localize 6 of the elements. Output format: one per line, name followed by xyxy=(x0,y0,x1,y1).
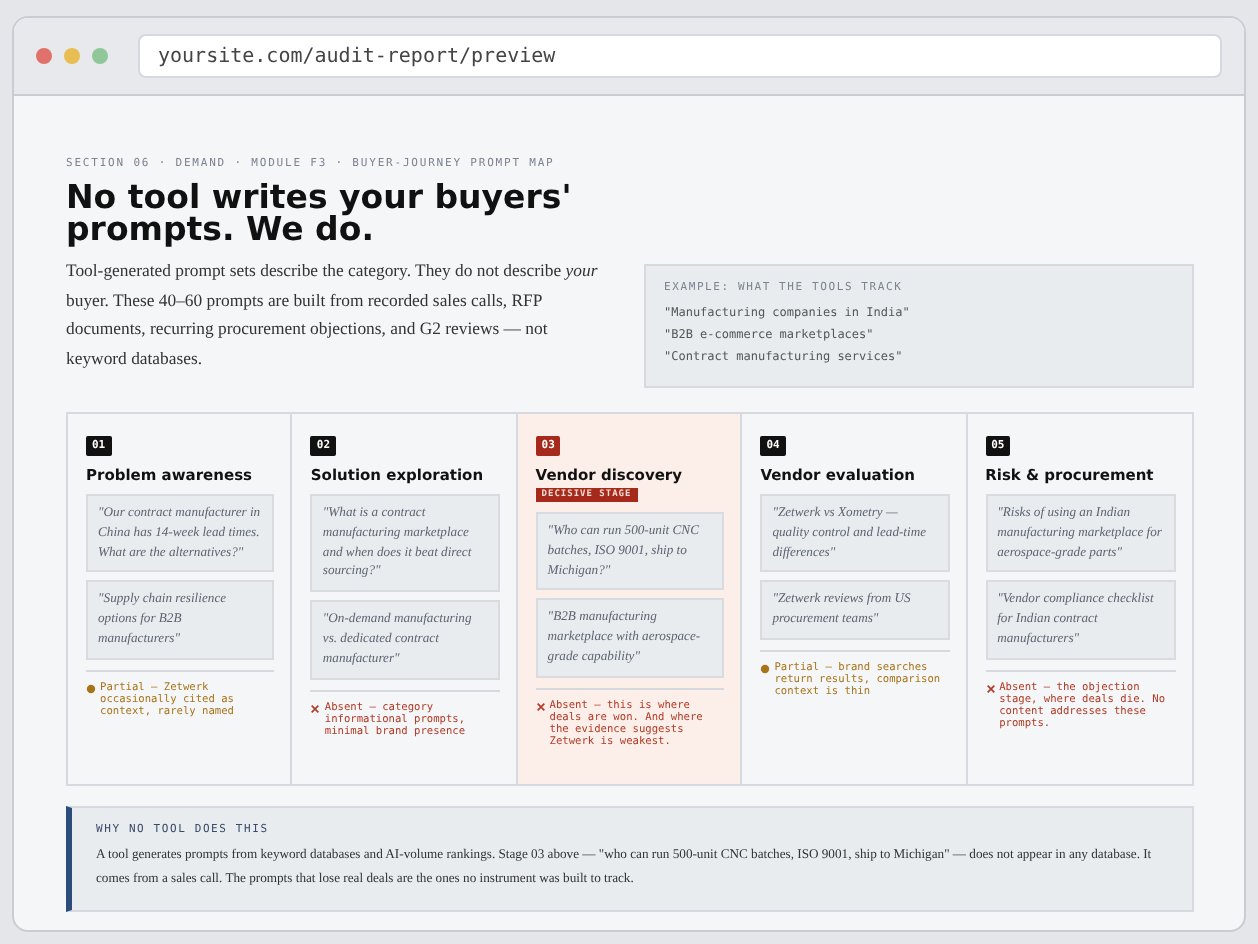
maximize-dot-icon[interactable] xyxy=(92,48,108,64)
minimize-dot-icon[interactable] xyxy=(64,48,80,64)
close-dot-icon[interactable] xyxy=(36,48,52,64)
address-bar[interactable]: yoursite.com/audit-report/preview xyxy=(138,34,1222,78)
intro-paragraph: Tool-generated prompt sets describe the category. They do not describe your buyer. These 40–60 prompts are built from recorded sales calls, RFP documents, recurring procurement objections, and G2 reviews — not keyword databases. xyxy=(66,258,600,372)
headline: No tool writes your buyers' prompts. We do. xyxy=(66,182,574,246)
